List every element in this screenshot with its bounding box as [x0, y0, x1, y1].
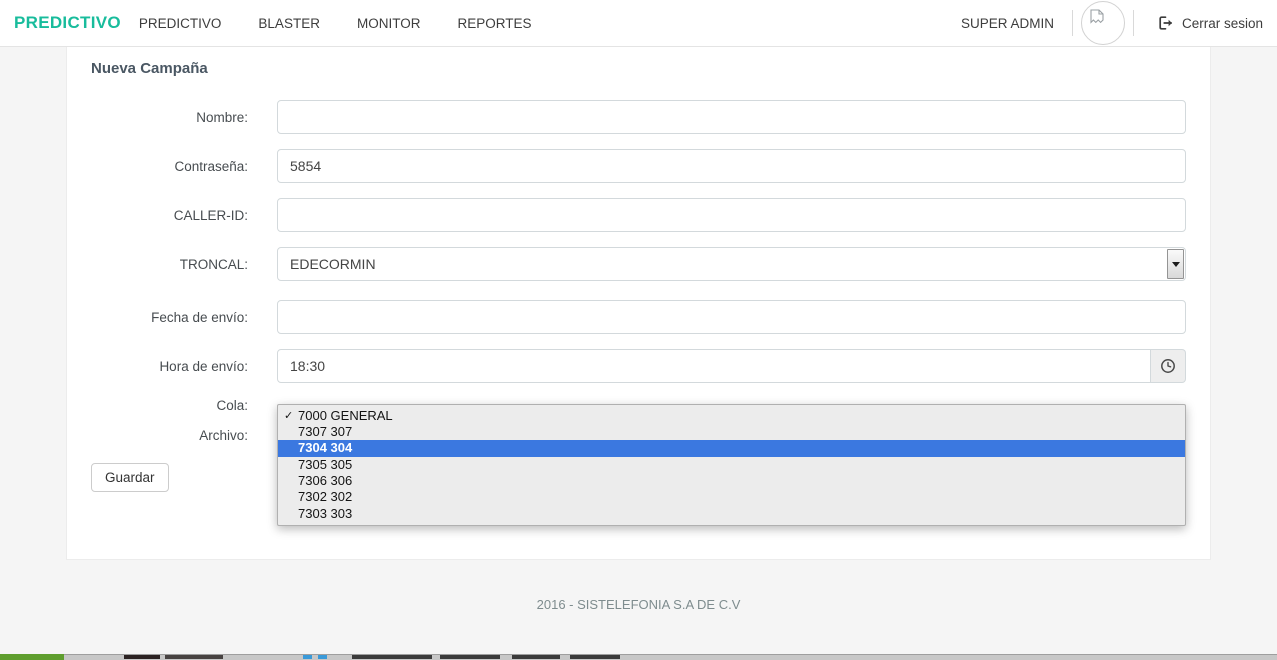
top-navbar: PREDICTIVO PREDICTIVO BLASTER MONITOR RE…: [0, 0, 1277, 47]
save-button[interactable]: Guardar: [91, 463, 169, 492]
logout-link[interactable]: Cerrar sesion: [1158, 15, 1263, 31]
form-row-hora: Hora de envío:: [91, 349, 1186, 383]
divider: [1072, 10, 1073, 36]
cola-open-dropdown: ✓ 7000 GENERAL 7307 307 7304 304 7305 30…: [277, 404, 1186, 527]
cola-label: Cola:: [91, 398, 248, 413]
nav-item-predictivo[interactable]: PREDICTIVO: [139, 16, 222, 31]
user-name: SUPER ADMIN: [961, 16, 1054, 31]
logout-icon: [1158, 15, 1174, 31]
navbar-right: SUPER ADMIN Cerrar sesion: [961, 1, 1263, 45]
cola-option-7306[interactable]: 7306 306: [278, 473, 1185, 489]
troncal-select[interactable]: EDECORMIN: [277, 247, 1186, 281]
background-window-sliver: [0, 653, 1277, 660]
chevron-down-icon: [1172, 262, 1180, 267]
nav-item-monitor[interactable]: MONITOR: [357, 16, 421, 31]
new-campaign-panel: Nueva Campaña Nombre: Contraseña: CALLER…: [66, 47, 1211, 560]
form-row-caller-id: CALLER-ID:: [91, 198, 1186, 232]
cola-option-7304-highlighted[interactable]: 7304 304: [278, 440, 1185, 456]
caller-id-input[interactable]: [277, 198, 1186, 232]
nombre-input[interactable]: [277, 100, 1186, 134]
nav-item-reportes[interactable]: REPORTES: [457, 16, 531, 31]
form-row-troncal: TRONCAL: EDECORMIN: [91, 247, 1186, 281]
fecha-label: Fecha de envío:: [91, 310, 248, 325]
avatar: [1081, 1, 1125, 45]
cola-option-7305[interactable]: 7305 305: [278, 457, 1185, 473]
archivo-label: Archivo:: [91, 428, 248, 443]
divider: [1133, 10, 1134, 36]
nombre-label: Nombre:: [91, 110, 248, 125]
cola-option-7302[interactable]: 7302 302: [278, 489, 1185, 505]
hora-label: Hora de envío:: [91, 359, 248, 374]
troncal-label: TRONCAL:: [91, 257, 248, 272]
form-row-nombre: Nombre:: [91, 100, 1186, 134]
check-icon: ✓: [284, 408, 293, 424]
contrasena-input[interactable]: [277, 149, 1186, 183]
brand-logo[interactable]: PREDICTIVO: [14, 13, 121, 33]
page-title: Nueva Campaña: [91, 60, 1186, 77]
cola-option-7303[interactable]: 7303 303: [278, 506, 1185, 522]
nav-item-blaster[interactable]: BLASTER: [258, 16, 320, 31]
cola-option-7000-general[interactable]: ✓ 7000 GENERAL: [278, 408, 1185, 424]
form-row-fecha: Fecha de envío:: [91, 300, 1186, 334]
footer-text: 2016 - SISTELEFONIA S.A DE C.V: [537, 597, 741, 612]
cola-option-7307[interactable]: 7307 307: [278, 424, 1185, 440]
logout-label: Cerrar sesion: [1182, 16, 1263, 31]
form-row-cola: Cola: ✓ 7000 GENERAL 7307 307 7304 304 7…: [91, 398, 1186, 413]
fecha-input[interactable]: [277, 300, 1186, 334]
troncal-selected-value: EDECORMIN: [290, 256, 376, 272]
form-row-contrasena: Contraseña:: [91, 149, 1186, 183]
timepicker-addon[interactable]: [1151, 349, 1186, 383]
page-footer: 2016 - SISTELEFONIA S.A DE C.V: [0, 560, 1277, 614]
contrasena-label: Contraseña:: [91, 159, 248, 174]
clock-icon: [1160, 358, 1176, 374]
hora-input[interactable]: [277, 349, 1151, 383]
caller-id-label: CALLER-ID:: [91, 208, 248, 223]
broken-image-icon: [1086, 6, 1108, 28]
select-dropdown-button[interactable]: [1167, 249, 1184, 279]
